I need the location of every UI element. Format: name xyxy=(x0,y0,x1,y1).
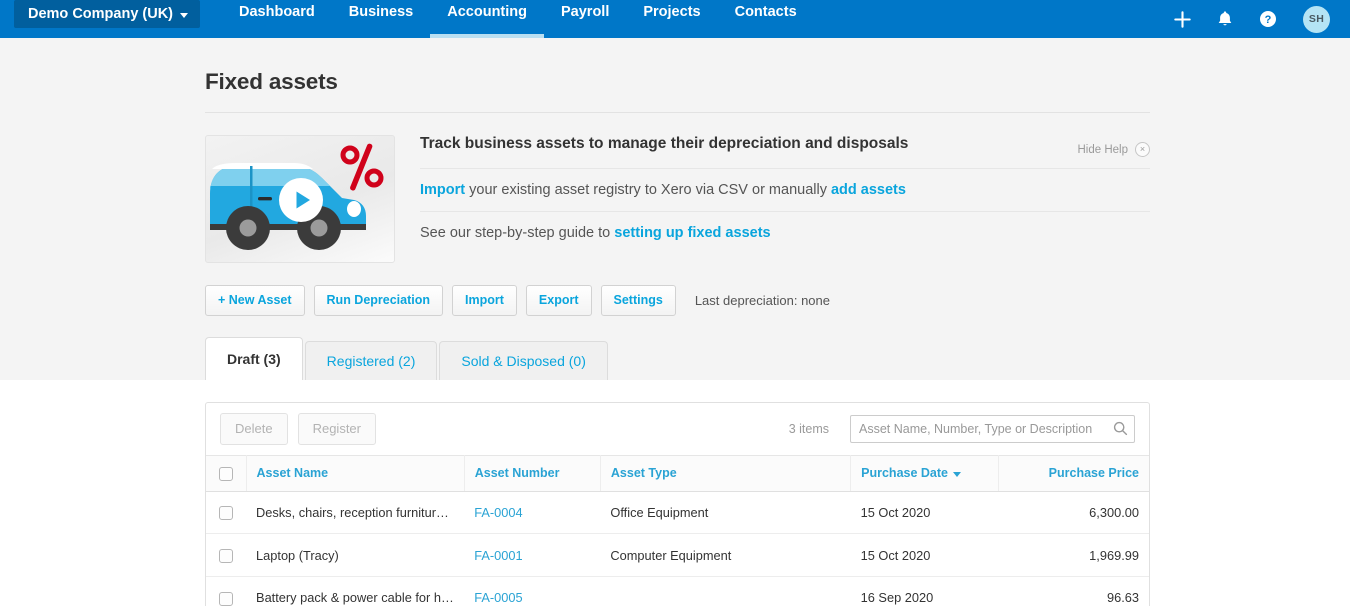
export-button[interactable]: Export xyxy=(525,285,592,316)
play-button-icon[interactable] xyxy=(278,177,324,223)
row-checkbox[interactable] xyxy=(219,548,234,563)
avatar[interactable]: SH xyxy=(1303,5,1330,33)
import-link[interactable]: Import xyxy=(420,182,465,198)
assets-table-body: Desks, chairs, reception furniture for .… xyxy=(206,491,1149,606)
assets-table-head: Asset Name Asset Number Asset Type Purch… xyxy=(206,455,1149,492)
cell-asset-name: Battery pack & power cable for home ... xyxy=(256,590,465,606)
select-all-header xyxy=(206,455,247,492)
cell-purchase-date: 15 Oct 2020 xyxy=(850,491,999,535)
delete-button[interactable]: Delete xyxy=(220,413,288,445)
help-guide-text: See our step-by-step guide to xyxy=(420,225,615,241)
nav-item-payroll[interactable]: Payroll xyxy=(544,0,626,38)
tab-sold-disposed[interactable]: Sold & Disposed (0) xyxy=(439,341,608,380)
main-nav-links: Dashboard Business Accounting Payroll Pr… xyxy=(222,0,814,38)
help-headline: Track business assets to manage their de… xyxy=(420,135,909,152)
nav-icon-group: ? SH xyxy=(1174,0,1338,38)
row-select-cell xyxy=(206,491,247,535)
import-button[interactable]: Import xyxy=(452,285,517,316)
svg-text:?: ? xyxy=(1265,14,1272,26)
item-count-label: 3 items xyxy=(788,422,829,436)
asset-number-link[interactable]: FA-0005 xyxy=(474,590,522,605)
header-purchase-date-label: Purchase Date xyxy=(861,466,948,481)
cell-asset-type xyxy=(600,576,850,606)
help-text-block: Track business assets to manage their de… xyxy=(395,135,1350,263)
nav-item-projects[interactable]: Projects xyxy=(626,0,717,38)
new-asset-button[interactable]: + New Asset xyxy=(205,285,305,316)
assets-table-panel: Delete Register 3 items Asset Name, Numb… xyxy=(205,402,1150,606)
table-header-row: Asset Name Asset Number Asset Type Purch… xyxy=(206,455,1149,492)
row-select-cell xyxy=(206,533,247,577)
sort-descending-icon xyxy=(953,471,961,477)
cell-asset-name: Desks, chairs, reception furniture for .… xyxy=(246,491,465,535)
nav-item-dashboard[interactable]: Dashboard xyxy=(222,0,332,38)
help-icon[interactable]: ? xyxy=(1259,10,1277,28)
table-row[interactable]: Laptop (Tracy) FA-0001 Computer Equipmen… xyxy=(206,533,1149,577)
asset-number-link[interactable]: FA-0001 xyxy=(474,548,522,563)
table-row[interactable]: Battery pack & power cable for home ... … xyxy=(206,576,1149,606)
header-asset-name[interactable]: Asset Name xyxy=(246,455,465,492)
tab-bar: Draft (3) Registered (2) Sold & Disposed… xyxy=(205,316,1350,380)
upper-section: Fixed assets Track business assets to ma… xyxy=(0,38,1350,380)
hide-help-label: Hide Help xyxy=(1077,143,1129,156)
settings-button[interactable]: Settings xyxy=(600,285,676,316)
cell-purchase-date: 16 Sep 2020 xyxy=(860,590,934,606)
cell-purchase-price: 96.63 xyxy=(1106,590,1139,606)
asset-number-link[interactable]: FA-0004 xyxy=(474,505,522,520)
help-panel: Track business assets to manage their de… xyxy=(205,113,1350,263)
header-purchase-date[interactable]: Purchase Date xyxy=(850,455,1000,492)
nav-item-accounting[interactable]: Accounting xyxy=(430,0,544,38)
cell-purchase-date: 15 Oct 2020 xyxy=(850,533,999,577)
nav-item-contacts[interactable]: Contacts xyxy=(718,0,814,38)
company-name: Demo Company (UK) xyxy=(28,6,174,22)
cell-purchase-price: 6,300.00 xyxy=(998,491,1149,535)
lower-content: Delete Register 3 items Asset Name, Numb… xyxy=(0,402,1350,606)
help-import-text: your existing asset registry to Xero via… xyxy=(465,182,831,198)
top-navigation-bar: Demo Company (UK) Dashboard Business Acc… xyxy=(0,0,1350,38)
cell-asset-number: FA-0005 xyxy=(464,576,600,606)
header-purchase-price[interactable]: Purchase Price xyxy=(998,455,1149,492)
cell-asset-number: FA-0004 xyxy=(464,491,601,535)
header-asset-number[interactable]: Asset Number xyxy=(464,455,601,492)
tab-registered[interactable]: Registered (2) xyxy=(304,341,438,380)
nav-item-business[interactable]: Business xyxy=(332,0,430,38)
add-assets-link[interactable]: add assets xyxy=(831,182,906,198)
search-field-wrapper xyxy=(850,415,1135,443)
assets-table: Asset Name Asset Number Asset Type Purch… xyxy=(206,455,1149,606)
select-all-checkbox[interactable] xyxy=(218,466,233,481)
page-title: Fixed assets xyxy=(205,69,338,94)
cell-asset-name: Laptop (Tracy) xyxy=(246,533,465,577)
cell-purchase-price: 1,969.99 xyxy=(998,533,1149,577)
row-checkbox[interactable] xyxy=(219,506,234,521)
cell-asset-number: FA-0001 xyxy=(464,533,601,577)
bell-icon[interactable] xyxy=(1217,10,1233,28)
cell-asset-type: Computer Equipment xyxy=(600,533,851,577)
row-select-cell xyxy=(206,576,246,606)
help-import-row: Import your existing asset registry to X… xyxy=(420,168,1150,211)
lower-section: Delete Register 3 items Asset Name, Numb… xyxy=(0,402,1350,606)
table-toolbar: Delete Register 3 items xyxy=(206,403,1149,455)
last-depreciation-status: Last depreciation: none xyxy=(694,293,830,308)
register-button[interactable]: Register xyxy=(297,413,376,445)
upper-content: Fixed assets Track business assets to ma… xyxy=(0,38,1350,380)
page-container: Fixed assets Track business assets to ma… xyxy=(0,38,1350,606)
header-asset-type[interactable]: Asset Type xyxy=(600,455,852,492)
run-depreciation-button[interactable]: Run Depreciation xyxy=(313,285,444,316)
table-row[interactable]: Desks, chairs, reception furniture for .… xyxy=(206,491,1149,535)
video-thumbnail[interactable] xyxy=(205,135,395,263)
close-icon[interactable]: × xyxy=(1135,142,1150,157)
setting-up-fixed-assets-link[interactable]: setting up fixed assets xyxy=(614,225,770,241)
tab-draft[interactable]: Draft (3) xyxy=(205,337,303,380)
action-button-row: + New Asset Run Depreciation Import Expo… xyxy=(205,263,1350,316)
help-guide-row: See our step-by-step guide to setting up… xyxy=(420,211,1150,247)
hide-help-control[interactable]: Hide Help × xyxy=(1077,142,1150,157)
search-input[interactable] xyxy=(850,415,1135,443)
row-checkbox[interactable] xyxy=(219,591,234,606)
company-selector[interactable]: Demo Company (UK) xyxy=(14,0,201,28)
cell-asset-type: Office Equipment xyxy=(600,491,851,535)
plus-icon[interactable] xyxy=(1174,10,1191,28)
chevron-down-icon xyxy=(180,12,189,18)
